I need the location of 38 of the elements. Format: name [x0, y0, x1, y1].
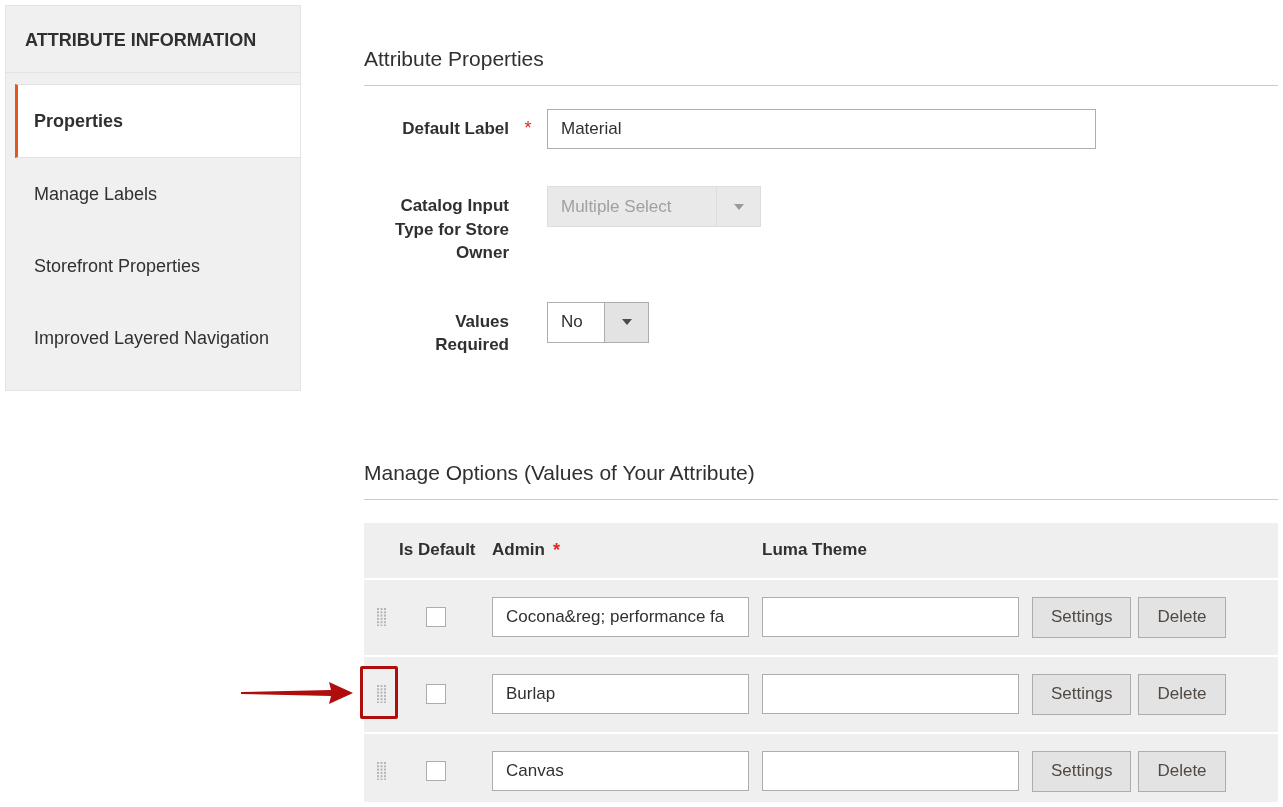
admin-value-field[interactable]: Cocona&reg; performance fa [492, 597, 749, 637]
delete-button[interactable]: Delete [1138, 596, 1226, 638]
store-view-value-field[interactable] [762, 751, 1019, 791]
admin-value-field[interactable]: Canvas [492, 751, 749, 791]
sidebar-title: ATTRIBUTE INFORMATION [6, 6, 300, 73]
settings-button[interactable]: Settings [1032, 596, 1132, 638]
sidebar-item[interactable]: Improved Layered Navigation [15, 302, 300, 374]
admin-value-field[interactable]: Burlap [492, 674, 749, 714]
store-view-value-field[interactable] [762, 674, 1019, 714]
column-header: Luma Theme [762, 540, 867, 560]
column-header: Admin [492, 540, 545, 560]
field-label: Values Required [434, 310, 509, 356]
default-checkbox[interactable] [426, 607, 446, 627]
caret-icon [733, 203, 744, 210]
required-mark: * [524, 118, 532, 138]
drag-handle-icon[interactable] [376, 762, 387, 780]
caret-icon [621, 319, 632, 325]
settings-button[interactable]: Settings [1032, 673, 1132, 715]
drag-handle-icon[interactable] [376, 685, 387, 703]
delete-button[interactable]: Delete [1138, 673, 1226, 715]
settings-button[interactable]: Settings [1032, 750, 1132, 792]
field-label: Default Label [401, 118, 509, 140]
text-field[interactable]: Material [547, 109, 1096, 149]
field-label: Catalog Input Type for Store Owner [394, 195, 509, 264]
sidebar-item[interactable]: Storefront Properties [15, 230, 300, 302]
column-header: Is Default [399, 540, 476, 560]
drag-handle-icon[interactable] [376, 608, 387, 626]
default-checkbox[interactable] [426, 761, 446, 781]
sidebar-item[interactable]: Manage Labels [15, 158, 300, 230]
highlight-frame [360, 665, 398, 719]
delete-button[interactable]: Delete [1138, 750, 1226, 792]
select-field[interactable]: No [547, 301, 649, 343]
store-view-value-field[interactable] [762, 597, 1019, 637]
section-title: Attribute Properties [364, 47, 1278, 86]
section-title: Manage Options (Values of Your Attribute) [364, 460, 1278, 500]
default-checkbox[interactable] [426, 684, 446, 704]
sidebar-item[interactable]: Properties [15, 84, 300, 158]
required-mark: * [552, 539, 560, 561]
